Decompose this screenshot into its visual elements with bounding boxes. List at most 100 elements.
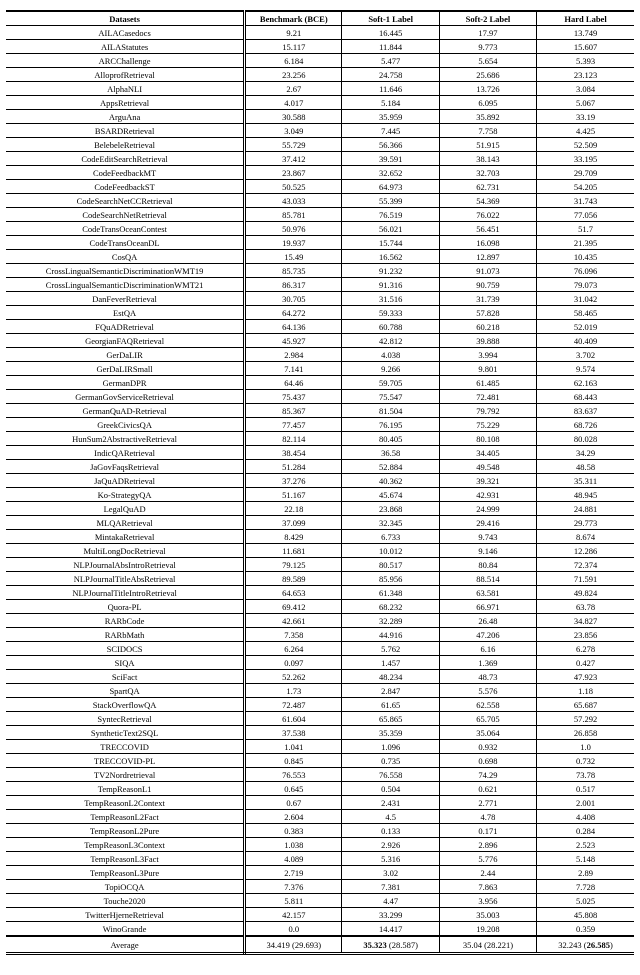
dataset-name: SIQA (6, 656, 245, 670)
cell-soft2: 2.896 (439, 838, 536, 852)
cell-bce: 42.661 (245, 614, 342, 628)
dataset-name: TempReasonL3Context (6, 838, 245, 852)
cell-soft2: 63.581 (439, 586, 536, 600)
cell-soft2: 72.481 (439, 390, 536, 404)
table-row: BSARDRetrieval3.0497.4457.7584.425 (6, 124, 634, 138)
cell-bce: 55.729 (245, 138, 342, 152)
table-row: GreekCivicsQA77.45776.19575.22968.726 (6, 418, 634, 432)
avg-s1-bold: 35.323 (363, 940, 386, 950)
cell-soft2: 12.897 (439, 250, 536, 264)
cell-soft1: 1.457 (342, 656, 439, 670)
cell-hard: 0.359 (537, 922, 634, 937)
avg-s1-paren: (28.587) (387, 940, 418, 950)
dataset-name: GreekCivicsQA (6, 418, 245, 432)
cell-bce: 1.038 (245, 838, 342, 852)
cell-soft2: 9.743 (439, 530, 536, 544)
cell-hard: 2.001 (537, 796, 634, 810)
cell-soft2: 39.321 (439, 474, 536, 488)
cell-hard: 73.78 (537, 768, 634, 782)
table-row: JaGovFaqsRetrieval51.28452.88449.54848.5… (6, 460, 634, 474)
dataset-name: SpartQA (6, 684, 245, 698)
dataset-name: TRECCOVID (6, 740, 245, 754)
cell-soft2: 0.698 (439, 754, 536, 768)
cell-bce: 2.604 (245, 810, 342, 824)
cell-bce: 85.781 (245, 208, 342, 222)
cell-soft1: 5.316 (342, 852, 439, 866)
dataset-name: GerDaLIRSmall (6, 362, 245, 376)
table-row: WinoGrande0.014.41719.2080.359 (6, 922, 634, 937)
dataset-name: AILACasedocs (6, 26, 245, 40)
cell-hard: 5.148 (537, 852, 634, 866)
cell-hard: 2.89 (537, 866, 634, 880)
cell-hard: 76.096 (537, 264, 634, 278)
cell-hard: 68.726 (537, 418, 634, 432)
dataset-name: ArguAna (6, 110, 245, 124)
table-row: CodeFeedbackST50.52564.97362.73154.205 (6, 180, 634, 194)
col-soft2: Soft-2 Label (439, 11, 536, 26)
dataset-name: JaQuADRetrieval (6, 474, 245, 488)
cell-soft1: 16.562 (342, 250, 439, 264)
cell-hard: 1.0 (537, 740, 634, 754)
cell-hard: 5.393 (537, 54, 634, 68)
cell-soft2: 35.064 (439, 726, 536, 740)
table-row: TRECCOVID-PL0.8450.7350.6980.732 (6, 754, 634, 768)
dataset-name: SyntecRetrieval (6, 712, 245, 726)
cell-bce: 64.653 (245, 586, 342, 600)
cell-soft2: 47.206 (439, 628, 536, 642)
cell-soft1: 61.348 (342, 586, 439, 600)
cell-soft2: 9.801 (439, 362, 536, 376)
cell-hard: 7.728 (537, 880, 634, 894)
cell-soft2: 76.022 (439, 208, 536, 222)
cell-bce: 23.867 (245, 166, 342, 180)
cell-soft1: 3.02 (342, 866, 439, 880)
cell-bce: 0.097 (245, 656, 342, 670)
cell-hard: 29.773 (537, 516, 634, 530)
cell-hard: 57.292 (537, 712, 634, 726)
cell-bce: 85.367 (245, 404, 342, 418)
cell-bce: 23.256 (245, 68, 342, 82)
dataset-name: CodeFeedbackST (6, 180, 245, 194)
cell-bce: 75.437 (245, 390, 342, 404)
cell-soft1: 91.316 (342, 278, 439, 292)
cell-bce: 7.358 (245, 628, 342, 642)
cell-hard: 58.465 (537, 306, 634, 320)
table-row: ArguAna30.58835.95935.89233.19 (6, 110, 634, 124)
dataset-name: TwitterHjerneRetrieval (6, 908, 245, 922)
dataset-name: BSARDRetrieval (6, 124, 245, 138)
dataset-name: Quora-PL (6, 600, 245, 614)
cell-hard: 48.58 (537, 460, 634, 474)
cell-bce: 0.645 (245, 782, 342, 796)
cell-soft2: 74.29 (439, 768, 536, 782)
dataset-name: SciFact (6, 670, 245, 684)
cell-soft1: 1.096 (342, 740, 439, 754)
cell-bce: 1.041 (245, 740, 342, 754)
cell-hard: 35.311 (537, 474, 634, 488)
cell-hard: 33.19 (537, 110, 634, 124)
cell-bce: 69.412 (245, 600, 342, 614)
cell-hard: 62.163 (537, 376, 634, 390)
cell-hard: 5.067 (537, 96, 634, 110)
cell-soft2: 3.994 (439, 348, 536, 362)
cell-soft2: 0.932 (439, 740, 536, 754)
table-row: AlphaNLI2.6711.64613.7263.084 (6, 82, 634, 96)
cell-hard: 49.824 (537, 586, 634, 600)
table-row: CodeSearchNetRetrieval85.78176.51976.022… (6, 208, 634, 222)
cell-soft1: 2.926 (342, 838, 439, 852)
cell-soft2: 38.143 (439, 152, 536, 166)
cell-bce: 45.927 (245, 334, 342, 348)
table-row: GerDaLIRSmall7.1419.2669.8019.574 (6, 362, 634, 376)
cell-hard: 0.732 (537, 754, 634, 768)
cell-hard: 40.409 (537, 334, 634, 348)
cell-bce: 6.264 (245, 642, 342, 656)
cell-bce: 7.141 (245, 362, 342, 376)
table-row: TempReasonL3Fact4.0895.3165.7765.148 (6, 852, 634, 866)
cell-soft2: 5.654 (439, 54, 536, 68)
dataset-name: DanFeverRetrieval (6, 292, 245, 306)
table-row: CrossLingualSemanticDiscriminationWMT198… (6, 264, 634, 278)
cell-hard: 83.637 (537, 404, 634, 418)
dataset-name: GermanDPR (6, 376, 245, 390)
cell-soft2: 9.146 (439, 544, 536, 558)
table-row: HunSum2AbstractiveRetrieval82.11480.4058… (6, 432, 634, 446)
cell-soft2: 57.828 (439, 306, 536, 320)
cell-bce: 0.383 (245, 824, 342, 838)
